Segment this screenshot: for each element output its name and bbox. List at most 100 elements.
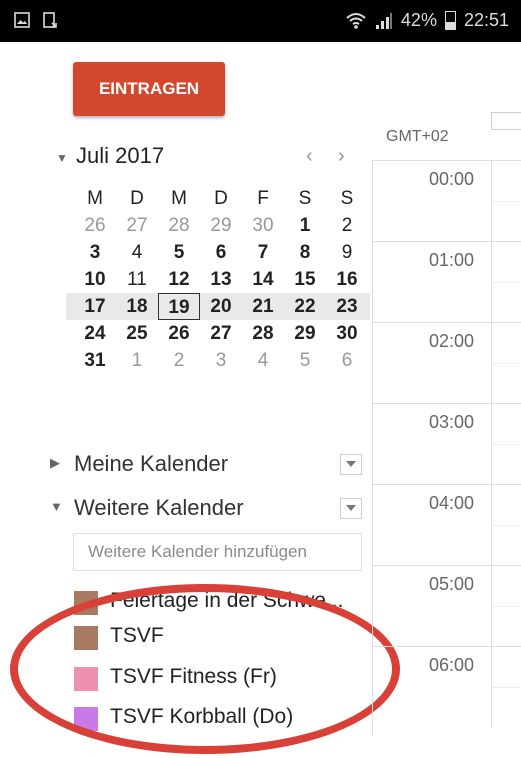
day-grid[interactable]: 00:00 01:00 02:00 03:00 04:00 05:00 06:00 — [372, 160, 521, 735]
day-cell[interactable]: 26 — [158, 320, 200, 347]
day-cell[interactable]: 21 — [242, 293, 284, 320]
half-hour-line — [493, 525, 521, 526]
day-cell[interactable]: 8 — [284, 239, 326, 266]
day-cell[interactable]: 31 — [74, 347, 116, 374]
hour-row[interactable]: 02:00 — [373, 322, 521, 404]
half-hour-line — [493, 606, 521, 607]
collapse-arrow-icon[interactable]: ▼ — [50, 499, 63, 514]
day-cell[interactable]: 29 — [284, 320, 326, 347]
timezone-label: GMT+02 — [386, 128, 449, 145]
calendar-color-swatch[interactable] — [74, 667, 98, 691]
day-cell[interactable]: 22 — [284, 293, 326, 320]
weekday-header-row: MDMDFSS — [74, 185, 370, 212]
calendar-item[interactable]: Feiertage in der Schwe... — [74, 587, 374, 619]
week-row: 17 18 19 20 21 22 23 — [66, 293, 370, 320]
month-title[interactable]: Juli 2017 — [76, 143, 164, 169]
my-calendars-label[interactable]: Meine Kalender — [74, 451, 228, 477]
day-cell[interactable]: 28 — [158, 212, 200, 239]
day-cell[interactable]: 29 — [200, 212, 242, 239]
half-hour-line — [493, 282, 521, 283]
day-cell[interactable]: 5 — [158, 239, 200, 266]
collapse-arrow-icon[interactable]: ▼ — [56, 151, 68, 165]
weekday-label: M — [87, 188, 103, 209]
day-cell[interactable]: 23 — [326, 293, 368, 320]
calendar-color-swatch[interactable] — [74, 591, 98, 615]
hour-divider — [491, 161, 492, 242]
calendar-item[interactable]: TSVF — [74, 622, 374, 654]
day-cell[interactable]: 26 — [74, 212, 116, 239]
day-cell[interactable]: 1 — [284, 212, 326, 239]
day-cell[interactable]: 11 — [116, 266, 158, 293]
day-cell[interactable]: 10 — [74, 266, 116, 293]
day-cell[interactable]: 13 — [200, 266, 242, 293]
day-cell[interactable]: 7 — [242, 239, 284, 266]
day-cell[interactable]: 30 — [326, 320, 368, 347]
next-month-icon[interactable]: › — [338, 145, 345, 168]
create-event-button[interactable]: EINTRAGEN — [73, 62, 225, 116]
week-row: 3456789 — [74, 239, 370, 266]
status-bar: 42% 22:51 — [0, 0, 521, 42]
calendar-item[interactable]: TSVF Korbball (Do) — [74, 703, 374, 735]
battery-icon — [444, 11, 456, 30]
day-cell[interactable]: 16 — [326, 266, 368, 293]
day-cell[interactable]: 17 — [74, 293, 116, 320]
other-calendars-label[interactable]: Weitere Kalender — [74, 495, 244, 521]
day-cell[interactable]: 3 — [74, 239, 116, 266]
day-cell[interactable]: 9 — [326, 239, 368, 266]
day-cell[interactable]: 14 — [242, 266, 284, 293]
day-cell[interactable]: 3 — [200, 347, 242, 374]
hour-divider — [491, 566, 492, 647]
day-cell[interactable]: 2 — [158, 347, 200, 374]
add-calendar-input[interactable] — [73, 533, 362, 571]
week-row: 31 1 2 3 4 5 6 — [74, 347, 370, 374]
day-cell[interactable]: 30 — [242, 212, 284, 239]
day-cell[interactable]: 27 — [116, 212, 158, 239]
day-cell[interactable]: 4 — [242, 347, 284, 374]
mini-calendar-grid: M D M D F S S 26 27 28 29 30 1 2 3 4 5 6 7 8 9 10 11 12 13 14 15 16… — [66, 185, 370, 374]
my-calendars-section[interactable]: ▶ Meine Kalender — [50, 447, 362, 481]
hour-divider — [491, 485, 492, 566]
calendar-color-swatch[interactable] — [74, 626, 98, 650]
hour-row[interactable]: 04:00 — [373, 484, 521, 566]
day-cell[interactable]: 28 — [242, 320, 284, 347]
hour-divider — [491, 404, 492, 485]
day-cell-today[interactable]: 19 — [158, 293, 200, 320]
day-cell[interactable]: 5 — [284, 347, 326, 374]
hour-row[interactable]: 03:00 — [373, 403, 521, 485]
prev-month-icon[interactable]: ‹ — [306, 145, 313, 168]
hour-label: 06:00 — [429, 655, 475, 675]
hour-row[interactable]: 01:00 — [373, 241, 521, 323]
calendar-item[interactable]: TSVF Fitness (Fr) — [74, 663, 374, 695]
day-cell[interactable]: 6 — [326, 347, 368, 374]
day-cell[interactable]: 1 — [116, 347, 158, 374]
hour-row[interactable]: 06:00 — [373, 646, 521, 728]
calendar-color-swatch[interactable] — [74, 707, 98, 731]
day-cell[interactable]: 27 — [200, 320, 242, 347]
half-hour-line — [493, 201, 521, 202]
other-calendars-dropdown-icon[interactable] — [340, 498, 362, 519]
all-day-slot[interactable] — [491, 112, 521, 130]
weekday-label: D — [130, 188, 144, 209]
day-cell[interactable]: 12 — [158, 266, 200, 293]
day-cell[interactable]: 24 — [74, 320, 116, 347]
hour-row[interactable]: 00:00 — [373, 160, 521, 242]
hour-divider — [491, 647, 492, 728]
day-cell[interactable]: 25 — [116, 320, 158, 347]
day-cell[interactable]: 4 — [116, 239, 158, 266]
day-cell[interactable]: 2 — [326, 212, 368, 239]
hour-label: 01:00 — [429, 250, 475, 270]
calendar-item-label: TSVF Fitness (Fr) — [110, 665, 277, 688]
hour-row[interactable]: 05:00 — [373, 565, 521, 647]
day-cell[interactable]: 6 — [200, 239, 242, 266]
day-cell[interactable]: 18 — [116, 293, 158, 320]
week-row: 26 27 28 29 30 1 2 — [74, 212, 370, 239]
half-hour-line — [493, 687, 521, 688]
weekday-label: S — [340, 188, 354, 209]
my-calendars-dropdown-icon[interactable] — [340, 454, 362, 475]
day-cell[interactable]: 15 — [284, 266, 326, 293]
expand-arrow-icon[interactable]: ▶ — [50, 455, 60, 471]
week-row: 10 11 12 13 14 15 16 — [74, 266, 370, 293]
weekday-label: F — [257, 188, 269, 209]
day-cell[interactable]: 20 — [200, 293, 242, 320]
other-calendars-section[interactable]: ▼ Weitere Kalender — [50, 491, 362, 525]
